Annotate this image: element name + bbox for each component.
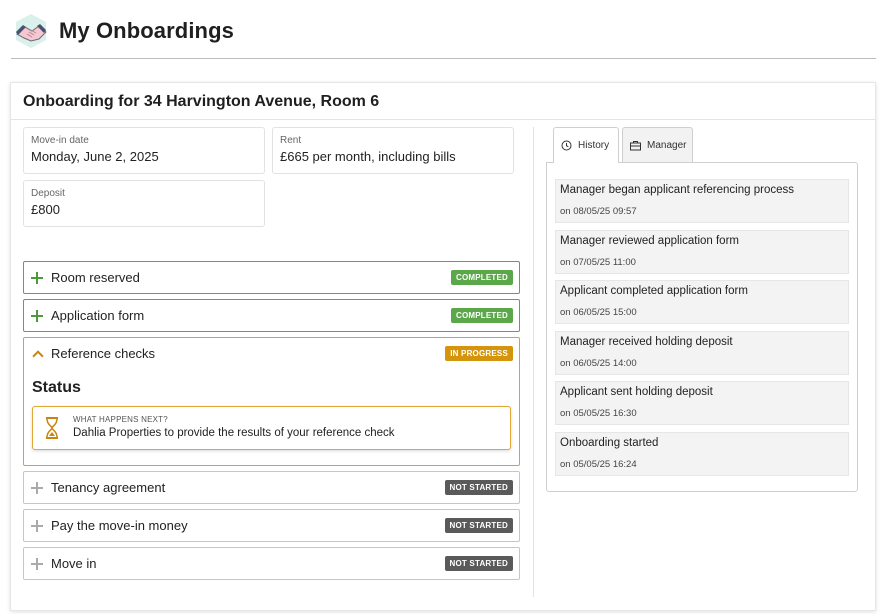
onboarding-title: Onboarding for 34 Harvington Avenue, Roo…	[23, 93, 380, 110]
step-label: Reference checks	[51, 346, 156, 361]
move-in-date-value: Monday, June 2, 2025	[31, 149, 159, 164]
status-badge: NOT STARTED	[444, 518, 513, 533]
handshake-icon	[12, 12, 50, 50]
status-badge: NOT STARTED	[444, 556, 513, 571]
expand-plus-icon	[31, 271, 43, 284]
history-date: on 05/05/25 16:30	[560, 408, 637, 419]
expand-plus-icon	[31, 557, 43, 570]
history-item: Manager reviewed application form on 07/…	[555, 230, 849, 274]
expand-plus-icon	[31, 481, 43, 494]
history-date: on 05/05/25 16:24	[560, 459, 637, 470]
rent-label: Rent	[280, 135, 302, 146]
history-text: Manager received holding deposit	[560, 336, 733, 348]
step-label: Tenancy agreement	[51, 480, 166, 495]
history-item: Applicant sent holding deposit on 05/05/…	[555, 381, 849, 425]
step-application-form[interactable]: Application form COMPLETED	[23, 299, 520, 332]
step-reference-checks-header[interactable]: Reference checks IN PROGRESS	[24, 338, 519, 369]
page-header: My Onboardings	[12, 10, 234, 52]
history-text: Onboarding started	[560, 437, 659, 449]
expand-plus-icon	[31, 309, 43, 322]
history-panel: Manager began applicant referencing proc…	[546, 162, 858, 492]
clock-icon	[561, 140, 572, 151]
history-text: Manager reviewed application form	[560, 235, 739, 247]
history-item: Manager began applicant referencing proc…	[555, 179, 849, 223]
card-divider	[11, 119, 875, 120]
status-heading: Status	[32, 379, 81, 396]
deposit-box: Deposit £800	[23, 180, 265, 227]
column-divider	[533, 127, 534, 597]
next-label: WHAT HAPPENS NEXT?	[73, 415, 168, 424]
move-in-date-label: Move-in date	[31, 135, 89, 146]
next-text: Dahlia Properties to provide the results…	[73, 427, 395, 439]
step-tenancy-agreement[interactable]: Tenancy agreement NOT STARTED	[23, 471, 520, 504]
rent-box: Rent £665 per month, including bills	[272, 127, 514, 174]
step-label: Room reserved	[51, 270, 140, 285]
onboarding-card: Onboarding for 34 Harvington Avenue, Roo…	[10, 82, 876, 611]
status-badge: NOT STARTED	[444, 480, 513, 495]
expand-plus-icon	[31, 519, 43, 532]
history-date: on 06/05/25 15:00	[560, 307, 637, 318]
history-text: Applicant sent holding deposit	[560, 386, 713, 398]
status-badge: COMPLETED	[450, 270, 513, 285]
briefcase-icon	[630, 140, 641, 151]
header-divider	[11, 58, 876, 59]
step-label: Pay the move-in money	[51, 518, 188, 533]
hourglass-icon	[45, 417, 59, 439]
move-in-date-box: Move-in date Monday, June 2, 2025	[23, 127, 265, 174]
history-text: Applicant completed application form	[560, 285, 748, 297]
rent-value: £665 per month, including bills	[280, 149, 456, 164]
step-label: Move in	[51, 556, 97, 571]
tab-manager-label: Manager	[647, 139, 687, 151]
deposit-value: £800	[31, 202, 60, 217]
history-date: on 06/05/25 14:00	[560, 358, 637, 369]
history-item: Manager received holding deposit on 06/0…	[555, 331, 849, 375]
status-badge: COMPLETED	[450, 308, 513, 323]
history-text: Manager began applicant referencing proc…	[560, 184, 794, 196]
history-date: on 07/05/25 11:00	[560, 257, 636, 268]
deposit-label: Deposit	[31, 188, 65, 199]
history-date: on 08/05/25 09:57	[560, 206, 637, 217]
chevron-up-icon	[31, 348, 43, 360]
step-room-reserved[interactable]: Room reserved COMPLETED	[23, 261, 520, 294]
history-item: Applicant completed application form on …	[555, 280, 849, 324]
history-item: Onboarding started on 05/05/25 16:24	[555, 432, 849, 476]
step-label: Application form	[51, 308, 145, 323]
tab-manager[interactable]: Manager	[622, 127, 693, 162]
what-happens-next-box: WHAT HAPPENS NEXT? Dahlia Properties to …	[32, 406, 511, 450]
step-move-in[interactable]: Move in NOT STARTED	[23, 547, 520, 580]
tab-history[interactable]: History	[553, 127, 619, 163]
page-title: My Onboardings	[59, 18, 234, 43]
step-pay-move-in-money[interactable]: Pay the move-in money NOT STARTED	[23, 509, 520, 542]
step-reference-checks: Reference checks IN PROGRESS Status WHAT…	[23, 337, 520, 466]
tab-history-label: History	[578, 140, 610, 151]
status-badge: IN PROGRESS	[445, 346, 513, 361]
